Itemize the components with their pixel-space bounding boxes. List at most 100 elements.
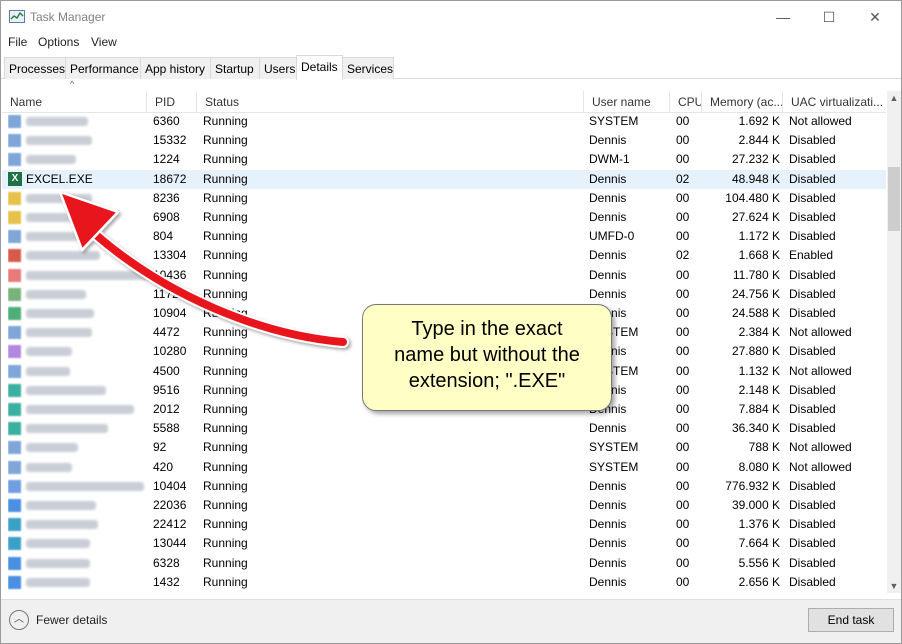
user-name-cell: Dennis [589,517,627,532]
tab-processes[interactable]: Processes [4,57,66,79]
uac-cell: Disabled [789,574,836,589]
process-name-cell [8,573,148,592]
cpu-cell: 00 [676,574,690,589]
memory-cell: 48.948 K [731,171,780,186]
pid-cell: 420 [153,459,174,474]
process-icon [8,575,21,589]
tab-performance[interactable]: Performance [65,57,141,79]
uac-cell: Disabled [789,190,836,205]
minimize-button[interactable]: — [760,1,806,33]
tab-app-history[interactable]: App history [140,57,211,79]
redacted-process-name [26,443,78,453]
tab-users[interactable]: Users [259,57,297,79]
cpu-cell: 00 [676,459,690,474]
pid-cell: 10904 [153,306,187,320]
table-row[interactable]: 420 Running SYSTEM 00 8.080 K Not allowed [2,458,886,477]
table-row[interactable]: 13304 Running Dennis 02 1.668 K Enabled [2,246,886,265]
table-row[interactable]: 10436 Running Dennis 00 11.780 K Disabled [2,266,886,285]
scroll-up-icon[interactable]: ▲ [887,91,901,105]
cpu-cell: 00 [676,210,690,224]
process-icon [8,268,21,282]
table-row[interactable]: 22412 Running Dennis 00 1.376 K Disabled [2,515,886,534]
redacted-process-name [26,270,148,280]
column-header-status[interactable]: Status [197,91,584,113]
annotation-callout: Type in the exact name but without the e… [362,304,612,411]
tab-startup[interactable]: Startup [210,57,260,79]
uac-cell: Disabled [789,402,836,416]
uac-cell: Disabled [789,344,836,359]
table-row[interactable]: 10404 Running Dennis 00 776.932 K Disabled [2,477,886,496]
fewer-details-label: Fewer details [36,613,108,627]
status-cell: Running [203,536,248,551]
table-row[interactable]: 8236 Running Dennis 00 104.480 K Disabled [2,189,886,208]
user-name-cell: Dennis [589,555,627,570]
table-row[interactable]: 6908 Running Dennis 00 27.624 K Disabled [2,208,886,227]
column-header-pid[interactable]: PID [147,91,197,113]
maximize-button[interactable]: ☐ [806,1,852,33]
table-row[interactable]: X EXCEL.EXE 18672 Running Dennis 02 48.948 K Di… [2,169,886,189]
cpu-cell: 00 [676,344,690,359]
status-cell: Running [203,286,248,301]
memory-cell: 5.556 K [738,555,780,570]
tab-services[interactable]: Services [342,57,394,79]
uac-cell: Not allowed [789,459,852,474]
status-cell: Running [203,478,248,493]
footer-bar: ︿ Fewer details End task [1,599,901,643]
table-row[interactable]: 92 Running SYSTEM 00 788 K Not allowed [2,438,886,457]
process-icon [8,499,21,512]
table-header: ^ Name PID Status User name CPU Memory (… [2,79,886,113]
redacted-process-name [26,577,90,587]
column-header-uac[interactable]: UAC virtualizati... [783,91,886,113]
cpu-cell: 02 [676,248,690,263]
process-icon [8,287,21,301]
table-row[interactable]: 22036 Running Dennis 00 39.000 K Disabled [2,496,886,515]
memory-cell: 1.376 K [738,517,780,532]
process-name-cell [8,419,148,438]
memory-cell: 24.756 K [731,286,780,301]
table-row[interactable]: 15332 Running Dennis 00 2.844 K Disabled [2,131,886,150]
vertical-scrollbar[interactable]: ▲ ▼ [887,91,901,593]
table-row[interactable]: 1172 Running Dennis 00 24.756 K Disabled [2,285,886,304]
menu-options[interactable]: Options [38,35,79,49]
pid-cell: 10280 [153,344,187,359]
tab-details[interactable]: Details [296,55,343,80]
column-header-cpu[interactable]: CPU [670,91,702,113]
redacted-process-name [26,347,72,357]
scroll-down-icon[interactable]: ▼ [887,579,901,593]
table-row[interactable]: 6328 Running Dennis 00 5.556 K Disabled [2,554,886,573]
user-name-cell: DWM-1 [589,152,630,167]
table-row[interactable]: 5588 Running Dennis 00 36.340 K Disabled [2,419,886,438]
cpu-cell: 00 [676,190,690,205]
uac-cell: Not allowed [789,114,852,128]
table-row[interactable]: 1224 Running DWM-1 00 27.232 K Disabled [2,150,886,169]
callout-line-1: Type in the exact [411,318,563,340]
uac-cell: Not allowed [789,363,852,378]
close-button[interactable]: ✕ [852,1,898,33]
column-header-user-name[interactable]: User name [584,91,670,113]
scrollbar-thumb[interactable] [888,167,900,231]
process-name-cell [8,189,148,208]
process-name-cell [8,362,148,381]
column-header-name[interactable]: Name [2,91,147,113]
process-icon [8,345,21,359]
memory-cell: 36.340 K [731,421,780,436]
menu-view[interactable]: View [91,35,117,49]
process-name-cell [8,150,148,169]
table-row[interactable]: 6360 Running SYSTEM 00 1.692 K Not allowed [2,112,886,131]
memory-cell: 1.692 K [738,114,780,128]
table-row[interactable]: 13044 Running Dennis 00 7.664 K Disabled [2,534,886,553]
pid-cell: 18672 [153,171,187,186]
table-row[interactable]: 804 Running UMFD-0 00 1.172 K Disabled [2,227,886,246]
uac-cell: Disabled [789,152,836,167]
table-row[interactable]: 1432 Running Dennis 00 2.656 K Disabled [2,573,886,592]
maximize-icon: ☐ [822,9,836,25]
end-task-button[interactable]: End task [808,608,894,632]
user-name-cell: Dennis [589,286,627,301]
redacted-process-name [26,251,100,261]
column-header-memory[interactable]: Memory (ac... [702,91,783,113]
user-name-cell: Dennis [589,498,627,512]
uac-cell: Disabled [789,517,836,532]
title-bar: Task Manager — ☐ ✕ [1,1,901,33]
uac-cell: Disabled [789,210,836,224]
menu-file[interactable]: File [8,35,27,49]
